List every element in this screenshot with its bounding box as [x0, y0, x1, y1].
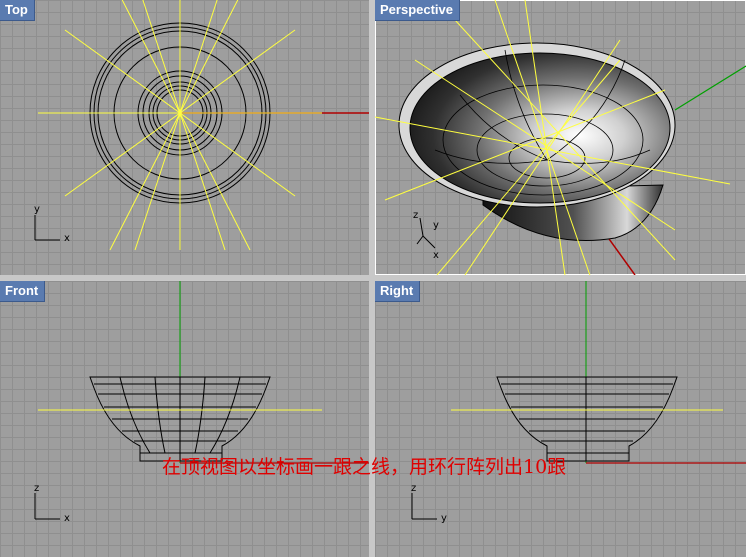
svg-text:y: y — [433, 220, 439, 231]
viewport-title-front[interactable]: Front — [0, 281, 46, 302]
cplane-axis-indicator: z y x — [413, 210, 439, 261]
top-viewport[interactable]: y x Top — [0, 0, 369, 275]
viewport-title-top[interactable]: Top — [0, 0, 35, 21]
instruction-annotation: 在顶视图以坐标画一跟之线，用环行阵列出10跟 — [162, 456, 567, 478]
svg-text:z: z — [411, 483, 416, 494]
cplane-axis-indicator: z y — [411, 483, 447, 524]
svg-text:z: z — [34, 483, 39, 494]
perspective-view-canvas: z y x — [375, 0, 746, 275]
right-viewport[interactable]: z y Right — [375, 281, 746, 557]
cplane-axis-indicator: z x — [34, 483, 70, 524]
bowl-right-profile — [496, 376, 678, 462]
perspective-viewport[interactable]: z y x Perspective — [375, 0, 746, 275]
viewport-title-perspective[interactable]: Perspective — [375, 0, 460, 21]
svg-text:y: y — [34, 204, 40, 215]
front-viewport[interactable]: z x Front — [0, 281, 369, 557]
svg-text:z: z — [413, 210, 418, 221]
y-axis-line — [674, 65, 746, 111]
array-construction-lines — [38, 0, 322, 251]
svg-text:x: x — [64, 233, 70, 244]
front-view-canvas: z x — [34, 281, 369, 524]
bowl-render — [398, 42, 676, 241]
svg-text:y: y — [441, 513, 447, 524]
bowl-front-profile — [89, 376, 271, 462]
viewport-title-right[interactable]: Right — [375, 281, 421, 302]
right-view-canvas: z y — [411, 281, 746, 524]
top-view-canvas: y x — [34, 0, 369, 251]
svg-text:x: x — [64, 513, 70, 524]
svg-text:x: x — [433, 250, 439, 261]
cplane-axis-indicator: y x — [34, 204, 70, 244]
